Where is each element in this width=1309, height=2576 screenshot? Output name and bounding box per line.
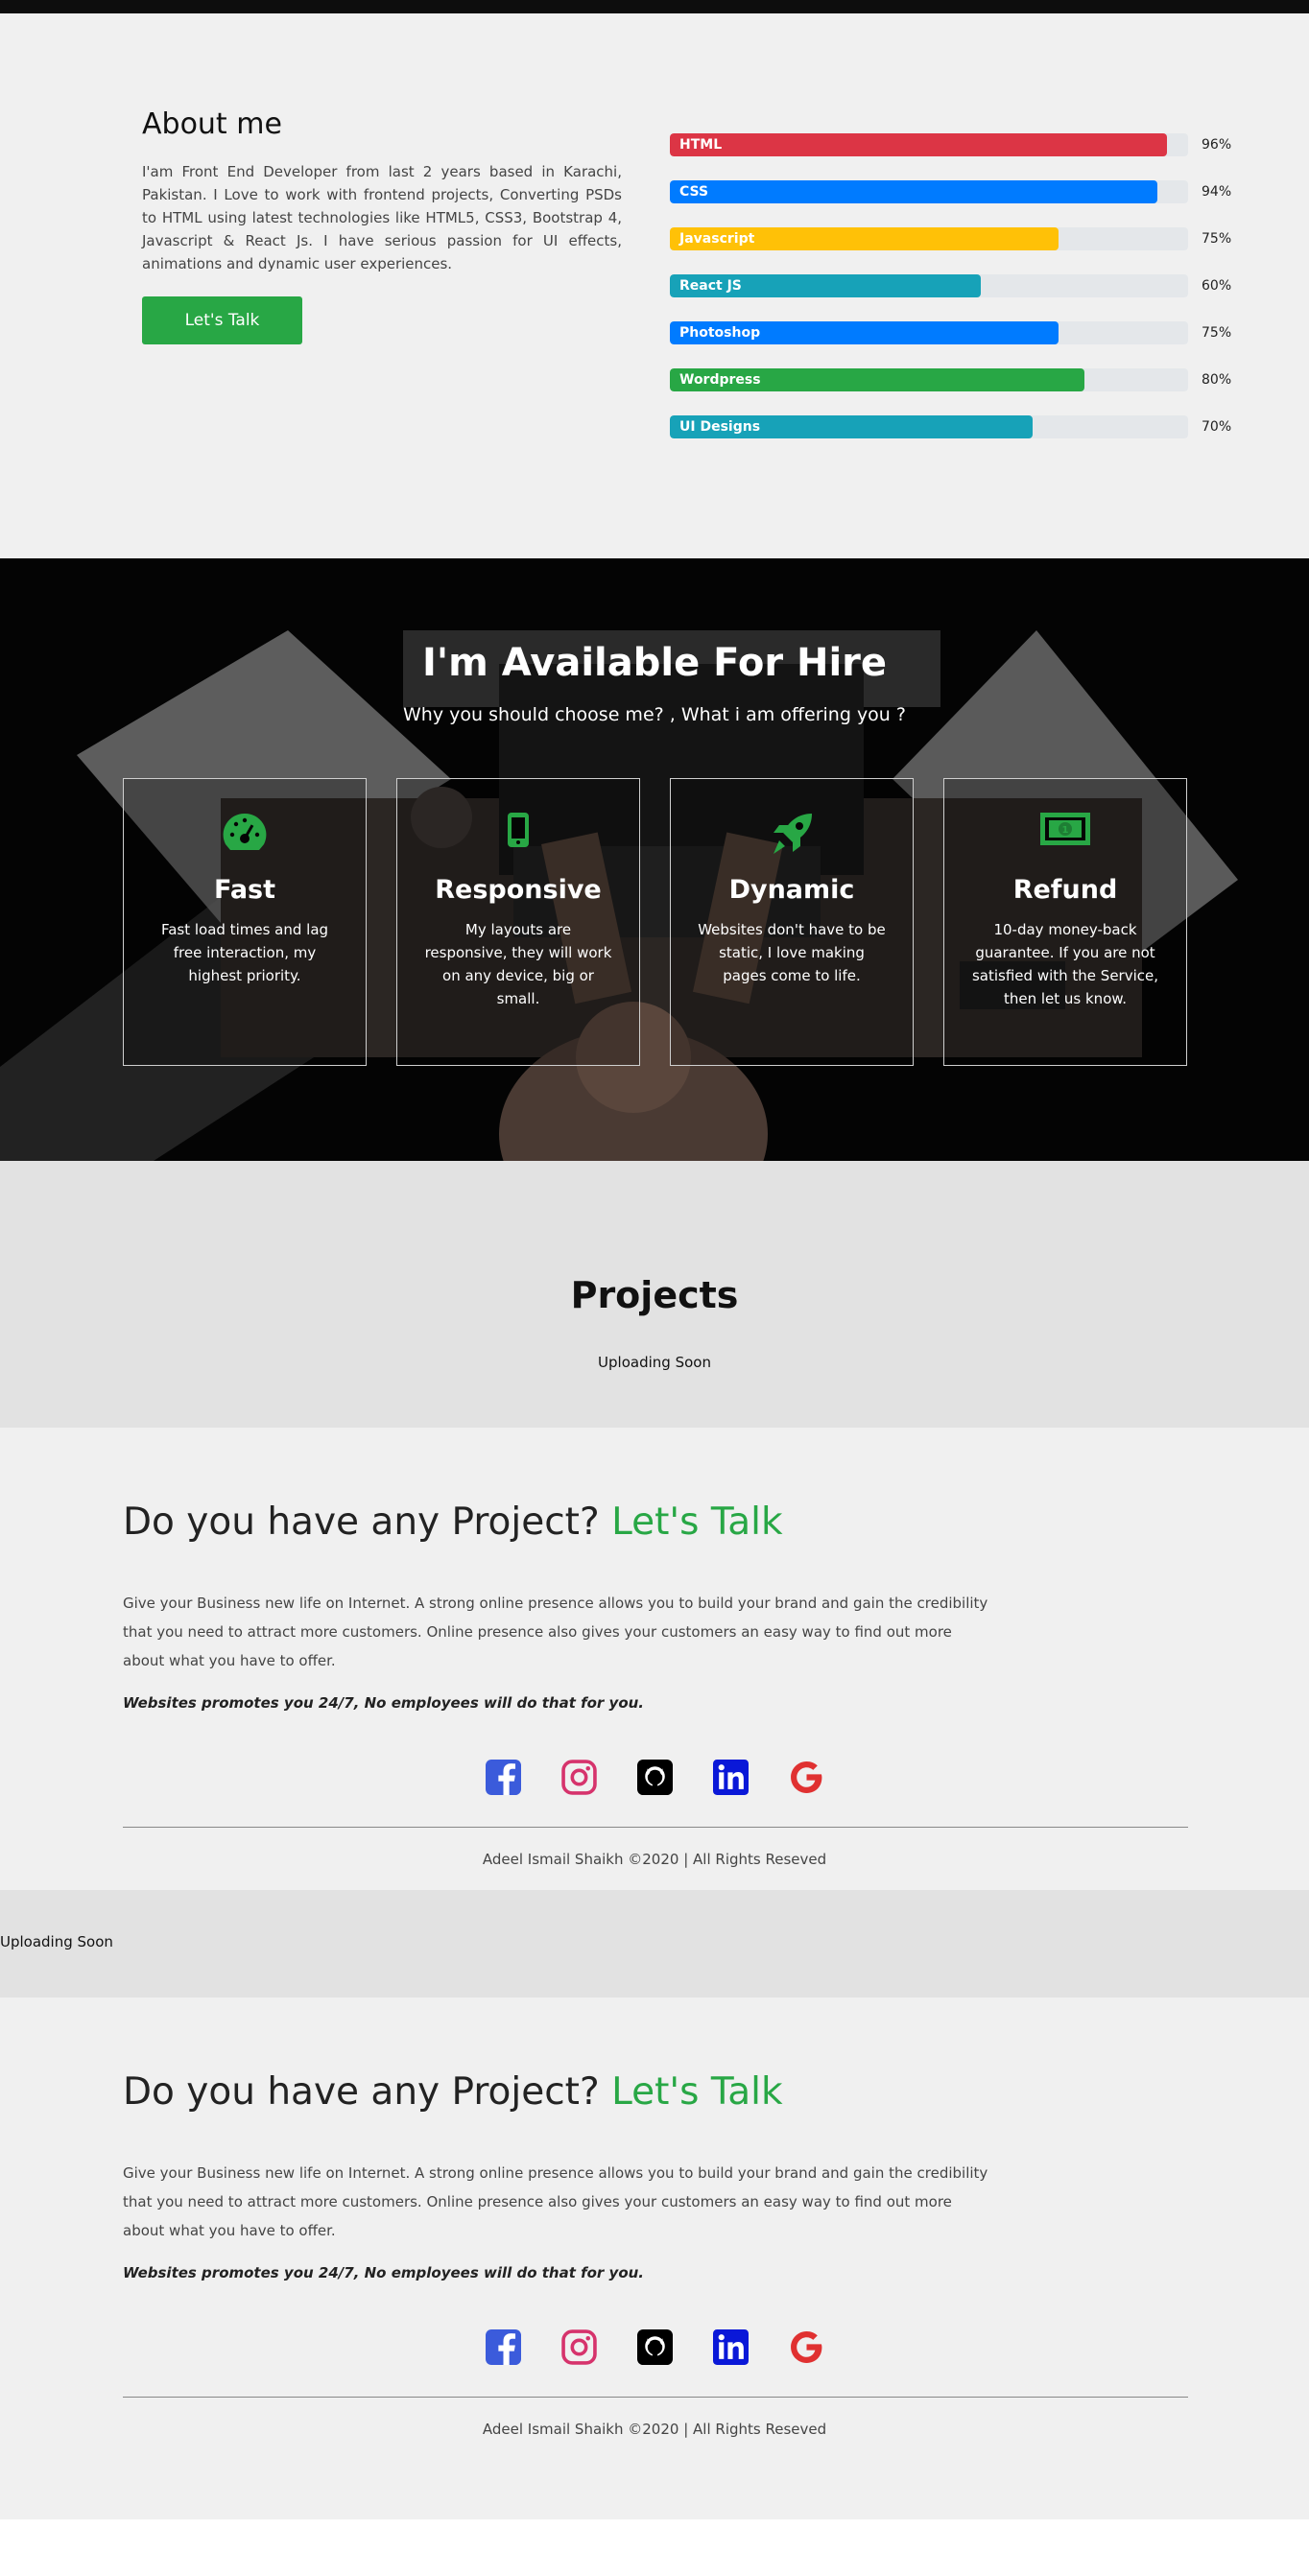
footer-divider [123,1827,1188,1828]
skill-row-photoshop: Photoshop 75% [670,321,1232,344]
mobile-phone-icon [397,812,639,854]
feature-card-refund: 1 Refund 10-day money-back guarantee. If… [943,778,1187,1066]
linkedin-icon[interactable] [712,1760,749,1795]
skill-bar-wordpress: Wordpress [670,368,1084,391]
instagram-icon[interactable] [560,1760,597,1795]
skill-track: CSS [670,180,1188,203]
card-text: My layouts are responsive, they will wor… [424,921,612,1007]
projects-section: Projects Uploading Soon [0,1161,1309,1428]
about-content: About me I'am Front End Developer from l… [142,107,622,344]
top-strip [0,0,1309,13]
skill-track: Javascript [670,227,1188,250]
card-title: Dynamic [728,875,855,905]
about-section: About me I'am Front End Developer from l… [0,13,1309,558]
skill-percent: 70% [1202,419,1232,435]
skill-track: HTML [670,133,1188,156]
hire-subtitle: Why you should choose me? , What i am of… [403,704,906,725]
facebook-icon[interactable] [485,1760,521,1795]
social-links [0,1760,1309,1795]
skill-percent: 60% [1202,278,1232,294]
skill-percent: 75% [1202,325,1232,341]
skills-list: HTML 96% CSS 94% Javascript 75% React JS… [670,133,1232,462]
lets-talk-button[interactable]: Let's Talk [142,296,302,344]
upload-band: Uploading Soon [0,1890,1309,1997]
skill-row-html: HTML 96% [670,133,1232,156]
projects-status: Uploading Soon [598,1354,711,1371]
card-title: Responsive [435,875,602,905]
facebook-icon[interactable] [485,2329,521,2365]
about-title: About me [142,107,282,141]
google-icon[interactable] [789,2329,824,2365]
feature-card-fast: Fast Fast load times and lag free intera… [123,778,367,1066]
contact-note: Websites promotes you 24/7, No employees… [123,1694,645,1712]
footer-copyright: Adeel Ismail Shaikh ©2020 | All Rights R… [482,2421,827,2438]
contact-description: Give your Business new life on Internet.… [123,2164,988,2239]
skill-percent: 94% [1202,184,1232,200]
skill-row-ui-designs: UI Designs 70% [670,415,1232,438]
svg-text:1: 1 [1062,825,1069,836]
social-links [0,2329,1309,2365]
projects-title: Projects [570,1274,739,1316]
contact-heading-accent: Let's Talk [611,2070,783,2114]
money-bill-icon: 1 [944,812,1186,854]
contact-section: Do you have any Project? Let's Talk Give… [0,1428,1309,1890]
feature-card-dynamic: Dynamic Websites don't have to be static… [670,778,914,1066]
instagram-icon[interactable] [560,2329,597,2365]
github-icon[interactable] [636,1760,673,1795]
skill-percent: 96% [1202,137,1232,153]
contact-note: Websites promotes you 24/7, No employees… [123,2264,645,2281]
card-text: Fast load times and lag free interaction… [160,921,329,984]
linkedin-icon[interactable] [712,2329,749,2365]
skill-track: Wordpress [670,368,1188,391]
skill-track: UI Designs [670,415,1188,438]
upload-status: Uploading Soon [0,1933,113,1950]
card-text: 10-day money-back guarantee. If you are … [971,921,1159,1007]
skill-bar-html: HTML [670,133,1168,156]
rocket-icon [671,812,913,854]
card-title: Refund [1012,875,1118,905]
card-title: Fast [213,875,276,905]
contact-heading: Do you have any Project? Let's Talk [123,2070,783,2114]
contact-heading: Do you have any Project? Let's Talk [123,1501,783,1544]
skill-row-javascript: Javascript 75% [670,227,1232,250]
hire-section: I'm Available For Hire Why you should ch… [0,558,1309,1161]
page-bottom [0,2519,1309,2576]
contact-heading-accent: Let's Talk [611,1501,783,1544]
skill-row-wordpress: Wordpress 80% [670,368,1232,391]
skill-track: Photoshop [670,321,1188,344]
footer-divider [123,2397,1188,2398]
contact-description: Give your Business new life on Internet.… [123,1595,988,1669]
skill-bar-ui-designs: UI Designs [670,415,1033,438]
contact-heading-text: Do you have any Project? [123,1501,600,1544]
contact-heading-text: Do you have any Project? [123,2070,600,2114]
skill-percent: 80% [1202,372,1232,388]
footer-copyright: Adeel Ismail Shaikh ©2020 | All Rights R… [482,1851,827,1868]
card-text: Websites don't have to be static, I love… [698,921,886,984]
skill-bar-react: React JS [670,274,981,297]
hire-title: I'm Available For Hire [421,641,888,685]
skill-bar-css: CSS [670,180,1157,203]
contact-section-repeat: Do you have any Project? Let's Talk Give… [0,1997,1309,2519]
about-description: I'am Front End Developer from last 2 yea… [142,163,622,272]
skill-track: React JS [670,274,1188,297]
google-icon[interactable] [789,1760,824,1795]
github-icon[interactable] [636,2329,673,2365]
speedometer-icon [124,812,366,854]
skill-bar-javascript: Javascript [670,227,1059,250]
skill-percent: 75% [1202,231,1232,247]
skill-bar-photoshop: Photoshop [670,321,1059,344]
skill-row-css: CSS 94% [670,180,1232,203]
feature-card-responsive: Responsive My layouts are responsive, th… [396,778,640,1066]
skill-row-react: React JS 60% [670,274,1232,297]
